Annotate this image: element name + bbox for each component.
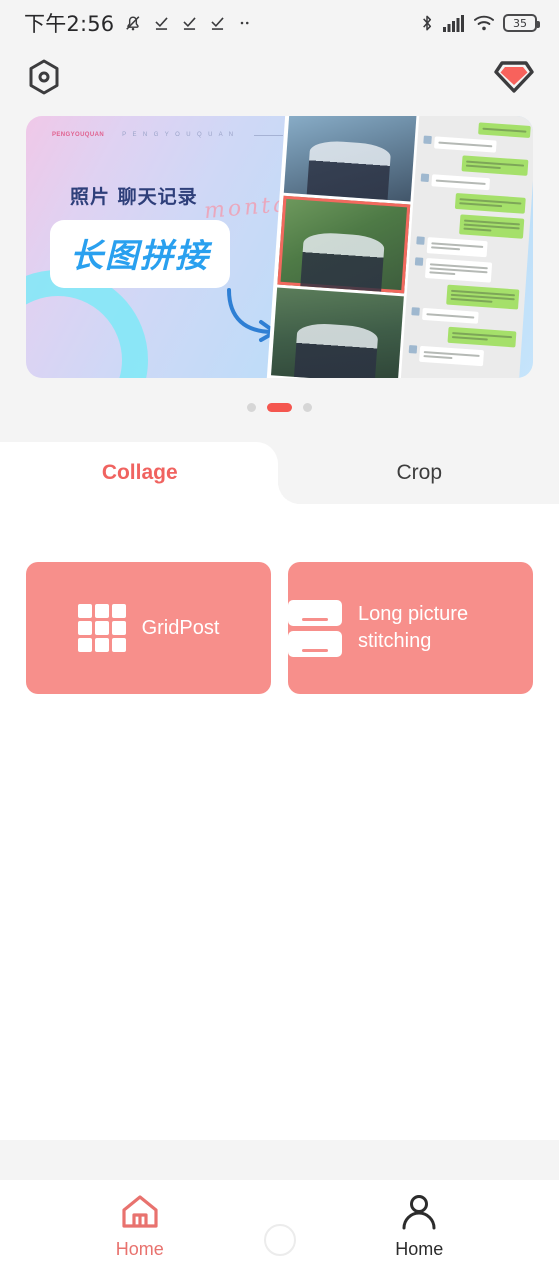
app-top-bar bbox=[0, 46, 559, 108]
grid-3x3-icon bbox=[77, 604, 126, 652]
collage-photo-selected bbox=[277, 195, 411, 293]
status-bar-left: 下午2:56 bbox=[24, 8, 254, 38]
bluetooth-icon bbox=[423, 15, 432, 31]
feature-card-gridpost[interactable]: GridPost bbox=[26, 562, 271, 694]
chat-bubble bbox=[417, 211, 525, 239]
chat-bubble bbox=[408, 345, 515, 368]
carousel-dot[interactable] bbox=[303, 403, 312, 412]
app-screen: 下午2:56 35 PENGYOUQUAN P E N G Y O U Q U … bbox=[0, 0, 559, 1280]
chat-bubble bbox=[419, 190, 526, 214]
banner-brand-spaced: P E N G Y O U Q U A N bbox=[122, 132, 236, 138]
collage-photo bbox=[270, 287, 404, 378]
chat-bubble bbox=[420, 173, 527, 192]
more-dots-icon bbox=[241, 21, 249, 25]
tab-row: Collage Crop bbox=[0, 442, 559, 504]
feature-card-list: GridPost Long picture stitching bbox=[26, 562, 533, 694]
status-time: 下午2:56 bbox=[24, 12, 115, 36]
wifi-icon bbox=[474, 15, 494, 31]
user-profile-icon bbox=[402, 1195, 436, 1230]
main-content: GridPost Long picture stitching bbox=[0, 504, 559, 1140]
tab-crop[interactable]: Crop bbox=[280, 442, 559, 504]
banner-rule bbox=[253, 134, 283, 136]
collage-photo bbox=[283, 116, 417, 202]
banner-headline-pill: 长图拼接 bbox=[50, 220, 230, 288]
carousel-dot[interactable] bbox=[247, 403, 256, 412]
banner-subtitle: 照片 聊天记录 bbox=[70, 186, 198, 208]
carousel-dot-active[interactable] bbox=[267, 403, 292, 412]
feature-card-label: GridPost bbox=[141, 616, 220, 639]
tab-collage[interactable]: Collage bbox=[0, 442, 280, 504]
check-underline-icon bbox=[183, 16, 196, 30]
banner-slide[interactable]: PENGYOUQUAN P E N G Y O U Q U A N 照片 聊天记… bbox=[26, 116, 533, 378]
battery-level: 35 bbox=[513, 16, 527, 30]
cellular-signal-icon bbox=[443, 15, 464, 32]
home-icon bbox=[122, 1195, 158, 1228]
chat-bubble bbox=[423, 135, 530, 155]
banner-carousel[interactable]: PENGYOUQUAN P E N G Y O U Q U A N 照片 聊天记… bbox=[0, 108, 559, 378]
banner-photo-collage bbox=[266, 116, 421, 378]
bell-muted-icon bbox=[126, 16, 140, 31]
chat-bubble bbox=[422, 153, 529, 176]
stacked-panels-icon bbox=[288, 599, 342, 657]
chat-bubble bbox=[414, 257, 521, 284]
nav-item-home[interactable]: Home bbox=[0, 1192, 280, 1260]
status-bar: 下午2:56 35 bbox=[0, 0, 559, 46]
banner-brand: PENGYOUQUAN bbox=[52, 132, 105, 138]
nav-label: Home bbox=[115, 1239, 164, 1259]
bottom-navigation: Home Home bbox=[0, 1180, 559, 1280]
check-underline-icon bbox=[155, 16, 168, 30]
nav-item-profile[interactable]: Home bbox=[280, 1192, 559, 1260]
hexagon-settings-icon[interactable] bbox=[24, 57, 64, 97]
chat-bubble bbox=[411, 307, 518, 326]
banner-chat-screenshot bbox=[400, 116, 533, 378]
chat-bubble bbox=[412, 282, 520, 310]
feature-card-label: Long picture stitching bbox=[358, 603, 469, 652]
chat-bubble bbox=[410, 324, 517, 348]
feature-card-long-picture-stitching[interactable]: Long picture stitching bbox=[288, 562, 533, 694]
check-underline-icon bbox=[211, 16, 224, 30]
chat-bubble bbox=[416, 236, 523, 259]
banner-top-line: PENGYOUQUAN P E N G Y O U Q U A N bbox=[52, 132, 283, 138]
chat-bubble bbox=[424, 119, 531, 138]
nav-label: Home bbox=[395, 1239, 444, 1259]
carousel-dots[interactable] bbox=[0, 378, 559, 412]
battery-icon: 35 bbox=[503, 14, 540, 32]
diamond-premium-icon[interactable] bbox=[493, 58, 535, 96]
tab-bar: Collage Crop bbox=[0, 442, 559, 504]
system-home-indicator[interactable] bbox=[263, 1224, 296, 1256]
banner-headline: 长图拼接 bbox=[70, 236, 210, 275]
status-bar-right: 35 bbox=[419, 13, 540, 33]
